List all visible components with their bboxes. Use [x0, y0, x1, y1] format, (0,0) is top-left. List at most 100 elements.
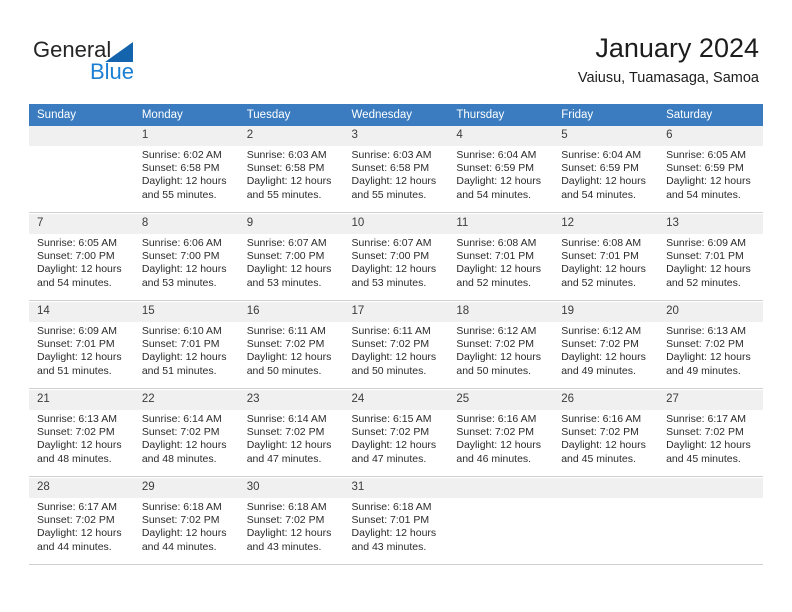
calendar-day-cell[interactable]: 16 Sunrise: 6:11 AM Sunset: 7:02 PM Dayligh… [238, 302, 344, 389]
day-number: 13 [658, 214, 763, 234]
day-number [658, 478, 763, 498]
day-details: Sunrise: 6:18 AM Sunset: 7:02 PM Daylight:… [134, 498, 239, 554]
sunset-text: Sunset: 7:01 PM [351, 514, 430, 527]
calendar-day-cell[interactable]: 20 Sunrise: 6:13 AM Sunset: 7:02 PM Dayligh… [658, 302, 763, 389]
day-details: Sunrise: 6:14 AM Sunset: 7:02 PM Daylight:… [239, 410, 344, 466]
weekday-header-sunday: Sunday [29, 104, 134, 126]
calendar-day-cell[interactable]: 22 Sunrise: 6:14 AM Sunset: 7:02 PM Dayligh… [133, 390, 239, 477]
day-number [448, 478, 554, 498]
calendar-cell-empty [29, 126, 134, 213]
day-details: Sunrise: 6:09 AM Sunset: 7:01 PM Daylight:… [29, 322, 134, 378]
daylight-text: and 52 minutes. [561, 276, 636, 289]
general-blue-logo[interactable]: General Blue [33, 38, 163, 84]
calendar-day-cell[interactable]: 21 Sunrise: 6:13 AM Sunset: 7:02 PM Dayligh… [29, 390, 134, 477]
sunset-text: Sunset: 6:58 PM [351, 162, 430, 175]
sunset-text: Sunset: 7:02 PM [456, 338, 535, 351]
daylight-text: and 53 minutes. [246, 276, 322, 289]
weekday-header-row: Sunday Monday Tuesday Wednesday Thursday Frid… [29, 104, 763, 126]
sunrise-text: Sunrise: 6:13 AM [37, 413, 117, 425]
sunrise-text: Sunrise: 6:11 AM [351, 325, 431, 337]
sunrise-text: Sunrise: 6:03 AM [246, 149, 327, 161]
daylight-text: Daylight: 12 hours [351, 351, 437, 364]
calendar-day-cell[interactable]: 10 Sunrise: 6:07 AM Sunset: 7:00 PM Dayligh… [343, 214, 449, 301]
daylight-text: Daylight: 12 hours [246, 527, 332, 540]
calendar-day-cell[interactable]: 14 Sunrise: 6:09 AM Sunset: 7:01 PM Dayligh… [29, 302, 134, 389]
calendar-day-cell[interactable]: 2 Sunrise: 6:03 AM Sunset: 6:58 PM Daylight… [238, 126, 344, 213]
week-separator [29, 564, 763, 566]
daylight-text: and 55 minutes. [351, 188, 427, 201]
day-details: Sunrise: 6:13 AM Sunset: 7:02 PM Daylight:… [29, 410, 134, 466]
calendar-cell-empty [658, 478, 763, 565]
calendar-day-cell[interactable]: 7 Sunrise: 6:05 AM Sunset: 7:00 PM Daylight… [29, 214, 134, 301]
day-number: 5 [553, 126, 659, 146]
calendar-day-cell[interactable]: 4 Sunrise: 6:04 AM Sunset: 6:59 PM Daylight… [448, 126, 554, 213]
calendar-page: General Blue January 2024 Vaiusu, Tuamas… [0, 0, 792, 612]
day-details: Sunrise: 6:05 AM Sunset: 7:00 PM Daylight:… [29, 234, 134, 290]
calendar-day-cell[interactable]: 3 Sunrise: 6:03 AM Sunset: 6:58 PM Daylight… [343, 126, 449, 213]
title-block: January 2024 Vaiusu, Tuamasaga, Samoa [578, 32, 759, 88]
sunset-text: Sunset: 7:02 PM [351, 426, 430, 439]
daylight-text: and 45 minutes. [666, 452, 741, 465]
calendar-day-cell[interactable]: 25 Sunrise: 6:16 AM Sunset: 7:02 PM Dayligh… [448, 390, 554, 477]
day-number: 23 [238, 390, 344, 410]
calendar-day-cell[interactable]: 19 Sunrise: 6:12 AM Sunset: 7:02 PM Dayligh… [553, 302, 659, 389]
daylight-text: and 55 minutes. [246, 188, 322, 201]
daylight-text: Daylight: 12 hours [37, 527, 122, 540]
calendar-day-cell[interactable]: 26 Sunrise: 6:16 AM Sunset: 7:02 PM Dayligh… [553, 390, 659, 477]
calendar-day-cell[interactable]: 17 Sunrise: 6:11 AM Sunset: 7:02 PM Dayligh… [343, 302, 449, 389]
sunrise-text: Sunrise: 6:14 AM [141, 413, 222, 425]
day-number: 6 [658, 126, 763, 146]
sunrise-text: Sunrise: 6:16 AM [561, 413, 642, 425]
calendar-day-cell[interactable]: 27 Sunrise: 6:17 AM Sunset: 7:02 PM Dayligh… [658, 390, 763, 477]
day-details: Sunrise: 6:11 AM Sunset: 7:02 PM Daylight:… [344, 322, 449, 378]
calendar-day-cell[interactable]: 1 Sunrise: 6:02 AM Sunset: 6:58 PM Daylight… [133, 126, 239, 213]
calendar-day-cell[interactable]: 15 Sunrise: 6:10 AM Sunset: 7:01 PM Dayligh… [133, 302, 239, 389]
day-number: 3 [343, 126, 449, 146]
daylight-text: Daylight: 12 hours [246, 263, 332, 276]
day-details: Sunrise: 6:02 AM Sunset: 6:58 PM Daylight:… [134, 146, 239, 202]
daylight-text: Daylight: 12 hours [456, 263, 542, 276]
calendar-week-row: 14 Sunrise: 6:09 AM Sunset: 7:01 PM Dayligh… [29, 302, 763, 389]
calendar-day-cell[interactable]: 23 Sunrise: 6:14 AM Sunset: 7:02 PM Dayligh… [238, 390, 344, 477]
day-number: 7 [29, 214, 134, 234]
calendar-day-cell[interactable]: 24 Sunrise: 6:15 AM Sunset: 7:02 PM Dayligh… [343, 390, 449, 477]
page-subtitle: Vaiusu, Tuamasaga, Samoa [577, 70, 759, 86]
sunset-text: Sunset: 7:00 PM [37, 250, 115, 263]
sunrise-text: Sunrise: 6:08 AM [456, 237, 537, 249]
weekday-header-tuesday: Tuesday [238, 104, 344, 126]
sunrise-text: Sunrise: 6:04 AM [456, 149, 537, 161]
calendar-week-row: 1 Sunrise: 6:02 AM Sunset: 6:58 PM Daylight… [29, 126, 763, 213]
calendar-day-cell[interactable]: 6 Sunrise: 6:05 AM Sunset: 6:59 PM Daylight… [658, 126, 763, 213]
day-number: 27 [658, 390, 763, 410]
day-details: Sunrise: 6:04 AM Sunset: 6:59 PM Daylight:… [553, 146, 658, 202]
daylight-text: and 44 minutes. [37, 540, 112, 553]
calendar-day-cell[interactable]: 11 Sunrise: 6:08 AM Sunset: 7:01 PM Dayligh… [448, 214, 554, 301]
calendar-day-cell[interactable]: 12 Sunrise: 6:08 AM Sunset: 7:01 PM Dayligh… [553, 214, 659, 301]
sunset-text: Sunset: 7:02 PM [141, 426, 220, 439]
calendar-day-cell[interactable]: 5 Sunrise: 6:04 AM Sunset: 6:59 PM Daylight… [553, 126, 659, 213]
daylight-text: Daylight: 12 hours [666, 351, 751, 364]
calendar-day-cell[interactable]: 31 Sunrise: 6:18 AM Sunset: 7:01 PM Dayligh… [343, 478, 449, 565]
daylight-text: and 53 minutes. [141, 276, 217, 289]
day-number: 21 [29, 390, 134, 410]
day-number: 18 [448, 302, 554, 322]
calendar-day-cell[interactable]: 28 Sunrise: 6:17 AM Sunset: 7:02 PM Dayligh… [29, 478, 134, 565]
week-separator-cell [133, 564, 239, 566]
day-number: 24 [343, 390, 449, 410]
calendar-day-cell[interactable]: 29 Sunrise: 6:18 AM Sunset: 7:02 PM Dayligh… [133, 478, 239, 565]
calendar-day-cell[interactable]: 30 Sunrise: 6:18 AM Sunset: 7:02 PM Dayligh… [238, 478, 344, 565]
daylight-text: Daylight: 12 hours [246, 175, 332, 188]
calendar-day-cell[interactable]: 9 Sunrise: 6:07 AM Sunset: 7:00 PM Daylight… [238, 214, 344, 301]
daylight-text: and 53 minutes. [351, 276, 427, 289]
sunset-text: Sunset: 7:02 PM [561, 338, 639, 351]
day-number: 9 [238, 214, 344, 234]
sunrise-text: Sunrise: 6:03 AM [351, 149, 432, 161]
calendar-day-cell[interactable]: 13 Sunrise: 6:09 AM Sunset: 7:01 PM Dayligh… [658, 214, 763, 301]
daylight-text: and 47 minutes. [246, 452, 322, 465]
daylight-text: and 47 minutes. [351, 452, 427, 465]
sunset-text: Sunset: 7:02 PM [666, 426, 744, 439]
day-details: Sunrise: 6:16 AM Sunset: 7:02 PM Daylight:… [553, 410, 658, 466]
day-details: Sunrise: 6:11 AM Sunset: 7:02 PM Daylight:… [239, 322, 344, 378]
calendar-day-cell[interactable]: 8 Sunrise: 6:06 AM Sunset: 7:00 PM Daylight… [133, 214, 239, 301]
calendar-day-cell[interactable]: 18 Sunrise: 6:12 AM Sunset: 7:02 PM Dayligh… [448, 302, 554, 389]
